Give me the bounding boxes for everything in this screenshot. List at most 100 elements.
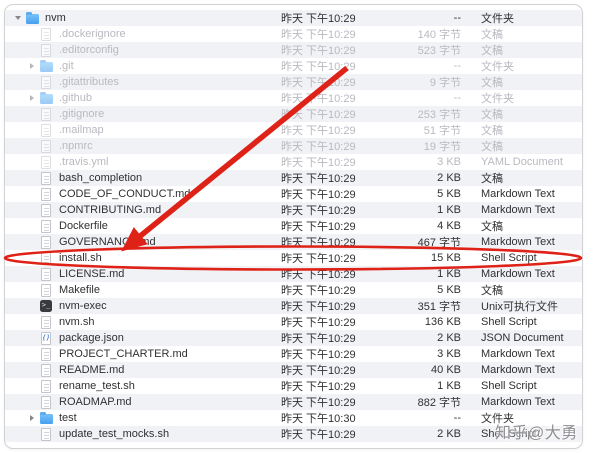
file-kind: Markdown Text [481, 348, 555, 360]
file-row[interactable]: nvm 昨天 下午10:29 -- 文件夹 [5, 10, 582, 26]
file-type-icon [38, 298, 54, 314]
file-row[interactable]: nvm-exec 昨天 下午10:29 351 字节 Unix可执行文件 [5, 298, 582, 314]
file-row[interactable]: ROADMAP.md 昨天 下午10:29 882 字节 Markdown Te… [5, 394, 582, 410]
file-row[interactable]: .git 昨天 下午10:29 -- 文件夹 [5, 58, 582, 74]
file-kind: 文稿 [481, 77, 503, 89]
disclosure-triangle-icon[interactable] [25, 410, 38, 426]
file-row[interactable]: nvm.sh 昨天 下午10:29 136 KB Shell Script [5, 314, 582, 330]
file-date-modified: 昨天 下午10:29 [281, 205, 356, 217]
disclosure-triangle-icon[interactable] [25, 74, 38, 90]
file-type-icon [38, 346, 54, 362]
file-name: README.md [59, 364, 125, 376]
file-row[interactable]: .dockerignore 昨天 下午10:29 140 字节 文稿 [5, 26, 582, 42]
file-size: 136 KB [424, 316, 461, 328]
disclosure-triangle-icon[interactable] [25, 90, 38, 106]
file-type-icon [38, 218, 54, 234]
disclosure-triangle-icon[interactable] [25, 282, 38, 298]
disclosure-triangle-icon[interactable] [25, 234, 38, 250]
file-date-modified: 昨天 下午10:29 [281, 381, 356, 393]
disclosure-triangle-icon[interactable] [25, 362, 38, 378]
file-size: 19 字节 [423, 141, 461, 153]
file-date-modified: 昨天 下午10:30 [281, 413, 356, 425]
file-size: 4 KB [437, 220, 461, 232]
file-row[interactable]: CODE_OF_CONDUCT.md 昨天 下午10:29 5 KB Markd… [5, 186, 582, 202]
file-type-icon [38, 314, 54, 330]
file-date-modified: 昨天 下午10:29 [281, 61, 356, 73]
file-name: test [59, 412, 77, 424]
file-row[interactable]: .editorconfig 昨天 下午10:29 523 字节 文稿 [5, 42, 582, 58]
file-row[interactable]: LICENSE.md 昨天 下午10:29 1 KB Markdown Text [5, 266, 582, 282]
file-name: nvm.sh [59, 316, 95, 328]
file-row[interactable]: package.json 昨天 下午10:29 2 KB JSON Docume… [5, 330, 582, 346]
file-row[interactable]: bash_completion 昨天 下午10:29 2 KB 文稿 [5, 170, 582, 186]
disclosure-triangle-icon[interactable] [25, 154, 38, 170]
disclosure-triangle-icon[interactable] [25, 106, 38, 122]
file-date-modified: 昨天 下午10:29 [281, 333, 356, 345]
file-type-icon [38, 282, 54, 298]
file-date-modified: 昨天 下午10:29 [281, 269, 356, 281]
file-size: 3 KB [437, 156, 461, 168]
file-name: GOVERNANCE.md [59, 236, 156, 248]
disclosure-triangle-icon[interactable] [25, 250, 38, 266]
file-row[interactable]: .gitattributes 昨天 下午10:29 9 字节 文稿 [5, 74, 582, 90]
file-date-modified: 昨天 下午10:29 [281, 285, 356, 297]
disclosure-triangle-icon[interactable] [25, 330, 38, 346]
file-date-modified: 昨天 下午10:29 [281, 301, 356, 313]
disclosure-triangle-icon[interactable] [25, 378, 38, 394]
disclosure-triangle-icon[interactable] [25, 202, 38, 218]
file-kind: 文稿 [481, 141, 503, 153]
file-size: 5 KB [437, 284, 461, 296]
file-type-icon [38, 410, 54, 426]
file-size: 140 字节 [417, 29, 461, 41]
file-date-modified: 昨天 下午10:29 [281, 429, 356, 441]
file-name: Makefile [59, 284, 100, 296]
disclosure-triangle-icon[interactable] [25, 314, 38, 330]
file-type-icon [38, 42, 54, 58]
disclosure-triangle-icon[interactable] [25, 186, 38, 202]
file-row[interactable]: Dockerfile 昨天 下午10:29 4 KB 文稿 [5, 218, 582, 234]
disclosure-triangle-icon[interactable] [25, 138, 38, 154]
file-size: 9 字节 [429, 77, 461, 89]
file-row[interactable]: rename_test.sh 昨天 下午10:29 1 KB Shell Scr… [5, 378, 582, 394]
file-row[interactable]: .gitignore 昨天 下午10:29 253 字节 文稿 [5, 106, 582, 122]
file-row[interactable]: README.md 昨天 下午10:29 40 KB Markdown Text [5, 362, 582, 378]
file-kind: Markdown Text [481, 188, 555, 200]
file-date-modified: 昨天 下午10:29 [281, 189, 356, 201]
disclosure-triangle-icon[interactable] [25, 42, 38, 58]
disclosure-triangle-icon[interactable] [25, 266, 38, 282]
file-row[interactable]: CONTRIBUTING.md 昨天 下午10:29 1 KB Markdown… [5, 202, 582, 218]
file-type-icon [38, 186, 54, 202]
file-type-icon [38, 426, 54, 442]
file-row[interactable]: PROJECT_CHARTER.md 昨天 下午10:29 3 KB Markd… [5, 346, 582, 362]
disclosure-triangle-icon[interactable] [11, 10, 24, 26]
file-type-icon [38, 170, 54, 186]
file-kind: Markdown Text [481, 364, 555, 376]
file-type-icon [38, 138, 54, 154]
disclosure-triangle-icon[interactable] [25, 394, 38, 410]
file-size: 523 字节 [417, 45, 461, 57]
disclosure-triangle-icon[interactable] [25, 426, 38, 442]
file-date-modified: 昨天 下午10:29 [281, 221, 356, 233]
file-size: 1 KB [437, 268, 461, 280]
disclosure-triangle-icon[interactable] [25, 170, 38, 186]
file-row[interactable]: .travis.yml 昨天 下午10:29 3 KB YAML Documen… [5, 154, 582, 170]
file-date-modified: 昨天 下午10:29 [281, 125, 356, 137]
file-row[interactable]: .github 昨天 下午10:29 -- 文件夹 [5, 90, 582, 106]
file-date-modified: 昨天 下午10:29 [281, 109, 356, 121]
disclosure-triangle-icon[interactable] [25, 298, 38, 314]
file-date-modified: 昨天 下午10:29 [281, 93, 356, 105]
disclosure-triangle-icon[interactable] [25, 26, 38, 42]
file-size: 1 KB [437, 380, 461, 392]
disclosure-triangle-icon[interactable] [25, 122, 38, 138]
file-row[interactable]: GOVERNANCE.md 昨天 下午10:29 467 字节 Markdown… [5, 234, 582, 250]
file-row[interactable]: install.sh 昨天 下午10:29 15 KB Shell Script [5, 250, 582, 266]
file-size: 882 字节 [417, 397, 461, 409]
disclosure-triangle-icon[interactable] [25, 218, 38, 234]
file-kind: 文件夹 [481, 93, 514, 105]
file-row[interactable]: .npmrc 昨天 下午10:29 19 字节 文稿 [5, 138, 582, 154]
disclosure-triangle-icon[interactable] [25, 58, 38, 74]
disclosure-triangle-icon[interactable] [25, 346, 38, 362]
file-type-icon [24, 10, 40, 26]
file-row[interactable]: Makefile 昨天 下午10:29 5 KB 文稿 [5, 282, 582, 298]
file-row[interactable]: .mailmap 昨天 下午10:29 51 字节 文稿 [5, 122, 582, 138]
